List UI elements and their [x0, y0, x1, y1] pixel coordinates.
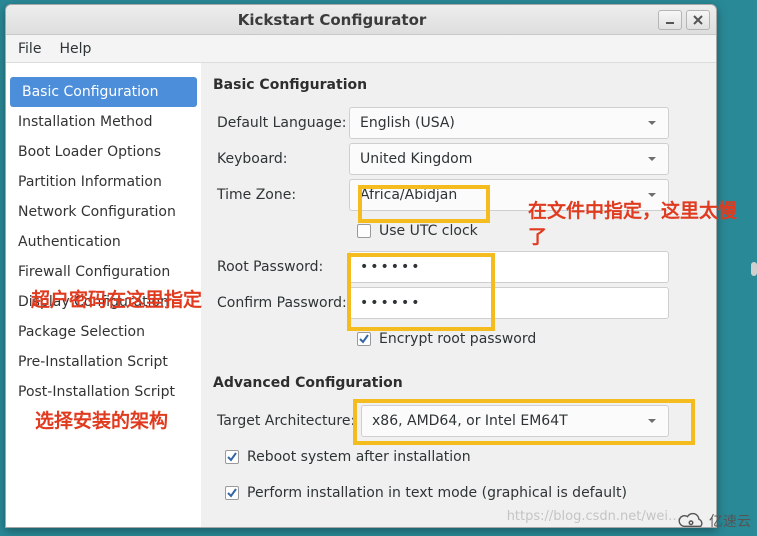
- checkbox-reboot[interactable]: [225, 450, 239, 464]
- sidebar-item-pre-installation-script[interactable]: Pre-Installation Script: [6, 347, 201, 377]
- input-root-password-value: ••••••: [360, 259, 422, 275]
- client-area: Basic Configuration Installation Method …: [6, 63, 716, 527]
- combo-target-architecture-value: x86, AMD64, or Intel EM64T: [372, 413, 568, 429]
- combo-time-zone-value: Africa/Abidjan: [360, 187, 457, 203]
- label-target-architecture: Target Architecture:: [209, 413, 361, 429]
- checkbox-textmode[interactable]: [225, 486, 239, 500]
- input-confirm-password-value: ••••••: [360, 295, 422, 311]
- sidebar-item-partition-information[interactable]: Partition Information: [6, 167, 201, 197]
- sidebar: Basic Configuration Installation Method …: [6, 63, 201, 527]
- menu-file[interactable]: File: [18, 41, 41, 57]
- sidebar-item-package-selection[interactable]: Package Selection: [6, 317, 201, 347]
- close-icon: [693, 15, 703, 25]
- checkbox-utc[interactable]: [357, 224, 371, 238]
- input-root-password[interactable]: ••••••: [349, 251, 669, 283]
- sidebar-item-display-configuration[interactable]: Display Configuration: [6, 287, 201, 317]
- window-title: Kickstart Configurator: [6, 11, 658, 29]
- title-bar: Kickstart Configurator: [6, 5, 716, 35]
- minimize-icon: [665, 15, 675, 25]
- sidebar-item-installation-method[interactable]: Installation Method: [6, 107, 201, 137]
- combo-time-zone[interactable]: Africa/Abidjan: [349, 179, 669, 211]
- section-basic-heading: Basic Configuration: [213, 77, 702, 93]
- combo-default-language[interactable]: English (USA): [349, 107, 669, 139]
- sidebar-item-boot-loader-options[interactable]: Boot Loader Options: [6, 137, 201, 167]
- combo-default-language-value: English (USA): [360, 115, 455, 131]
- label-keyboard: Keyboard:: [209, 151, 349, 167]
- chevron-down-icon: [646, 153, 658, 165]
- scrollbar-thumb[interactable]: [751, 262, 757, 276]
- combo-target-architecture[interactable]: x86, AMD64, or Intel EM64T: [361, 405, 669, 437]
- label-utc: Use UTC clock: [379, 223, 478, 239]
- sidebar-item-authentication[interactable]: Authentication: [6, 227, 201, 257]
- chevron-down-icon: [646, 415, 658, 427]
- sidebar-item-basic-configuration[interactable]: Basic Configuration: [10, 77, 197, 107]
- chevron-down-icon: [646, 117, 658, 129]
- sidebar-item-network-configuration[interactable]: Network Configuration: [6, 197, 201, 227]
- label-default-language: Default Language:: [209, 115, 349, 131]
- combo-keyboard-value: United Kingdom: [360, 151, 472, 167]
- menu-help[interactable]: Help: [59, 41, 91, 57]
- section-advanced-heading: Advanced Configuration: [213, 375, 702, 391]
- sidebar-item-firewall-configuration[interactable]: Firewall Configuration: [6, 257, 201, 287]
- app-window: Kickstart Configurator File Help Basic C…: [5, 4, 717, 528]
- input-confirm-password[interactable]: ••••••: [349, 287, 669, 319]
- close-button[interactable]: [686, 10, 710, 30]
- sidebar-item-post-installation-script[interactable]: Post-Installation Script: [6, 377, 201, 407]
- minimize-button[interactable]: [658, 10, 682, 30]
- menu-bar: File Help: [6, 35, 716, 63]
- checkbox-encrypt[interactable]: [357, 332, 371, 346]
- chevron-down-icon: [646, 189, 658, 201]
- label-reboot: Reboot system after installation: [247, 449, 471, 465]
- combo-keyboard[interactable]: United Kingdom: [349, 143, 669, 175]
- label-root-password: Root Password:: [209, 259, 349, 275]
- content-pane: Basic Configuration Default Language: En…: [201, 63, 716, 527]
- label-textmode: Perform installation in text mode (graph…: [247, 485, 627, 501]
- label-confirm-password: Confirm Password:: [209, 295, 349, 311]
- label-encrypt: Encrypt root password: [379, 331, 536, 347]
- label-time-zone: Time Zone:: [209, 187, 349, 203]
